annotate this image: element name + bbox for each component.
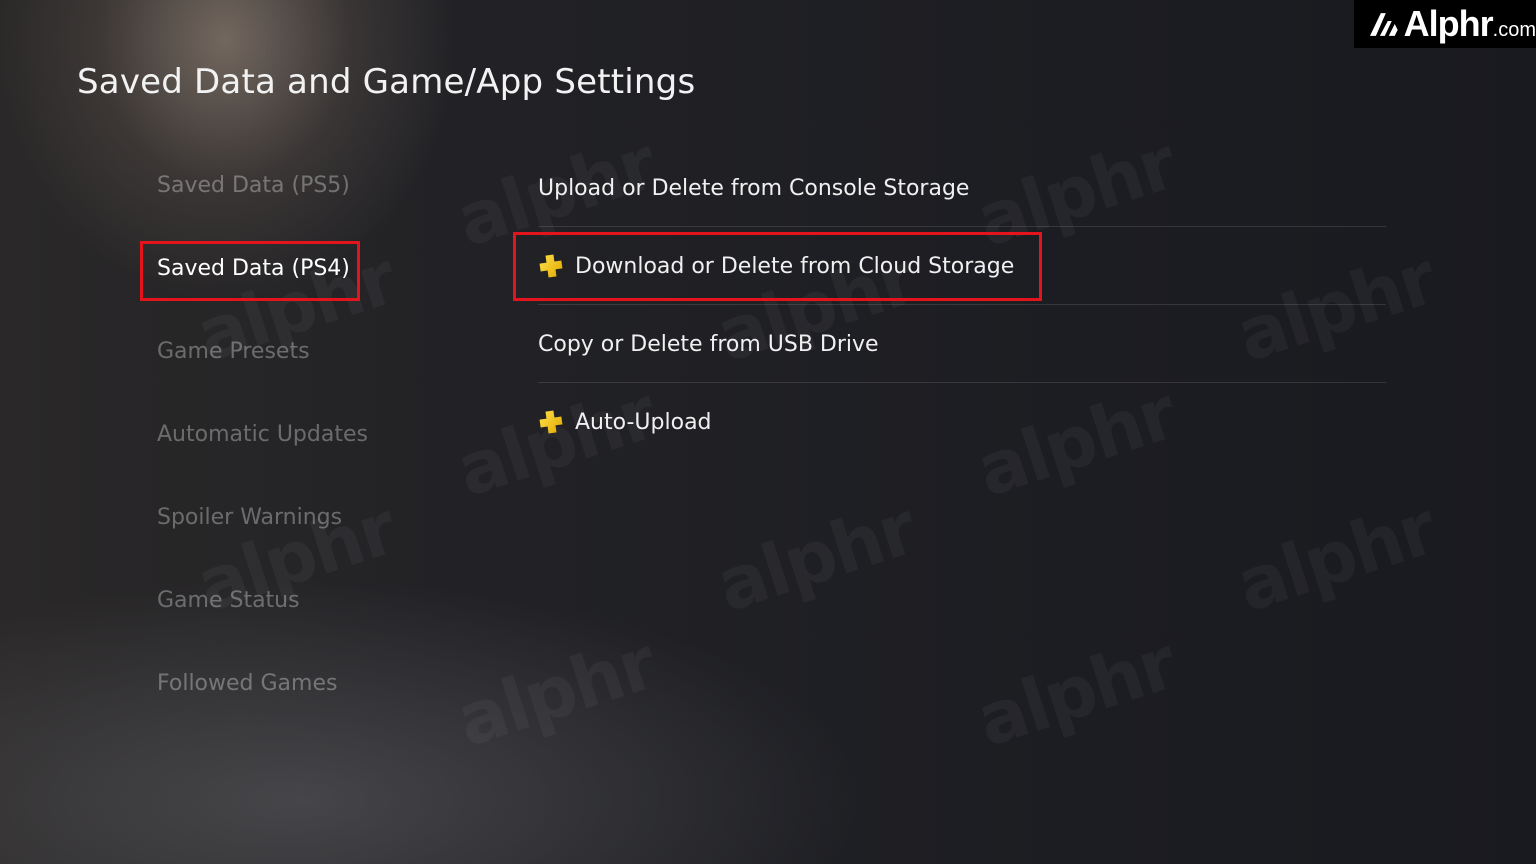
page-title: Saved Data and Game/App Settings: [77, 62, 696, 102]
alphr-mark-icon: [1369, 13, 1398, 36]
sidebar-item-game-status[interactable]: Game Status: [157, 588, 300, 613]
brand-suffix: .com: [1492, 18, 1536, 41]
alphr-logo: Alphr .com: [1354, 0, 1536, 48]
ps-plus-icon: [538, 409, 564, 435]
menu-item-upload-console-storage[interactable]: Upload or Delete from Console Storage: [538, 149, 1386, 227]
sidebar-item-automatic-updates[interactable]: Automatic Updates: [157, 422, 368, 447]
sidebar-selection-highlight: [140, 241, 360, 301]
menu-item-auto-upload[interactable]: Auto-Upload: [538, 383, 1386, 461]
menu-selection-highlight: [513, 232, 1042, 301]
sidebar-item-followed-games[interactable]: Followed Games: [157, 671, 337, 696]
menu-item-label: Upload or Delete from Console Storage: [538, 175, 970, 201]
brand-name: Alphr: [1403, 3, 1494, 44]
menu-item-copy-usb-drive[interactable]: Copy or Delete from USB Drive: [538, 305, 1386, 383]
sidebar-item-saved-data-ps5[interactable]: Saved Data (PS5): [157, 173, 350, 198]
menu-item-label: Copy or Delete from USB Drive: [538, 331, 879, 357]
sidebar-item-spoiler-warnings[interactable]: Spoiler Warnings: [157, 505, 342, 530]
sidebar-item-game-presets[interactable]: Game Presets: [157, 339, 310, 364]
menu-item-label: Auto-Upload: [575, 409, 712, 435]
